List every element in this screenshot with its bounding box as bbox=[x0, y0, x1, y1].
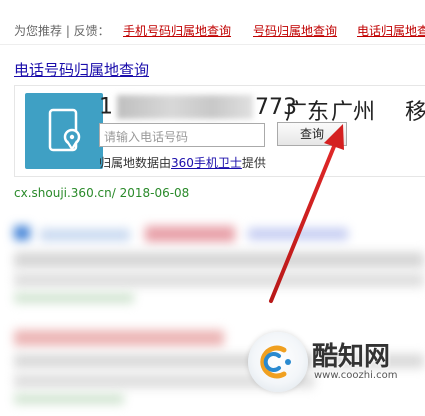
redacted-result-snippet bbox=[14, 273, 424, 287]
divider bbox=[0, 44, 425, 45]
phone-number-redacted bbox=[117, 95, 253, 119]
watermark-brand: 酷知网 bbox=[312, 342, 391, 372]
phone-lookup-card: 1 773 广东 广州 移 请输入电话号码 查询 归属地数据由360手机卫士提供 bbox=[14, 85, 425, 177]
phone-location-icon bbox=[25, 93, 103, 169]
recommend-link-number-location[interactable]: 号码归属地查询 bbox=[253, 22, 337, 39]
phone-number-prefix: 1 bbox=[99, 94, 113, 120]
redacted-result-title bbox=[145, 226, 235, 242]
redacted-result-title bbox=[14, 330, 224, 346]
provider-suffix: 提供 bbox=[241, 156, 266, 170]
redacted-result-snippet bbox=[14, 252, 424, 268]
phone-number: 1 773 bbox=[99, 94, 297, 120]
recommend-label: 为您推荐 | 反馈： bbox=[14, 24, 110, 38]
redacted-result-title bbox=[40, 229, 130, 241]
result-url: cx.shouji.360.cn/ 2018-06-08 bbox=[14, 186, 190, 200]
result-title-link[interactable]: 电话号码归属地查询 bbox=[14, 59, 149, 80]
recommend-link-phone-location[interactable]: 电话归属地查询 bbox=[357, 22, 425, 39]
carrier-name: 移 bbox=[405, 100, 425, 125]
phone-number-input[interactable]: 请输入电话号码 bbox=[99, 123, 265, 147]
watermark: 酷知网 www.coozhi.com bbox=[248, 332, 420, 394]
search-button[interactable]: 查询 bbox=[277, 122, 347, 146]
coozhi-logo-icon bbox=[248, 332, 308, 392]
watermark-domain: www.coozhi.com bbox=[314, 370, 398, 381]
redacted-result-title bbox=[248, 228, 348, 240]
data-provider-note: 归属地数据由360手机卫士提供 bbox=[99, 154, 266, 171]
recommend-bar: 为您推荐 | 反馈： 手机号码归属地查询 号码归属地查询 电话归属地查询 bbox=[0, 10, 425, 45]
provider-prefix: 归属地数据由 bbox=[99, 156, 172, 170]
redacted-result-url bbox=[14, 293, 134, 303]
provider-link[interactable]: 360手机卫士 bbox=[171, 156, 242, 170]
redacted-result-icon bbox=[14, 226, 30, 240]
redacted-result-url bbox=[14, 394, 124, 404]
recommend-link-mobile-location[interactable]: 手机号码归属地查询 bbox=[123, 22, 231, 39]
